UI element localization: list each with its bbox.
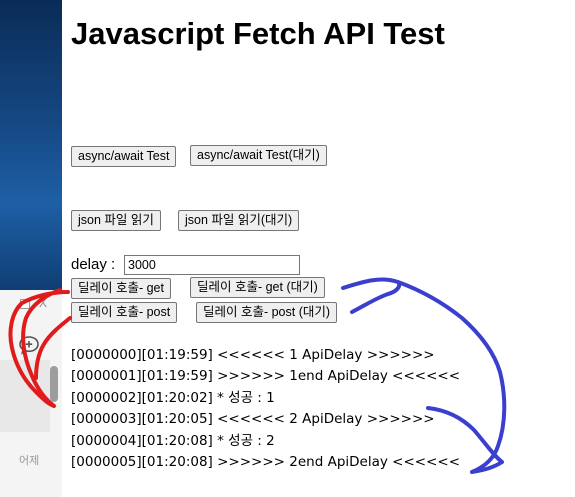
background-sidebar: X 어제 bbox=[0, 0, 62, 497]
log-line: [0000004][01:20:08] * 성공 : 2 bbox=[71, 432, 275, 449]
sidebar-item-highlight bbox=[0, 360, 50, 432]
async-await-test-wait-button[interactable]: async/await Test(대기) bbox=[190, 145, 327, 166]
delay-post-wait-button[interactable]: 딜레이 호출- post (대기) bbox=[196, 302, 338, 323]
sidebar-date-label: 어제 bbox=[19, 455, 40, 467]
delay-label: delay : bbox=[71, 256, 116, 273]
log-line: [0000000][01:19:59] <<<<<< 1 ApiDelay >>… bbox=[71, 347, 435, 363]
delay-get-wait-button[interactable]: 딜레이 호출- get (대기) bbox=[190, 277, 325, 298]
delay-input[interactable] bbox=[124, 255, 300, 275]
sidebar-checkbox[interactable] bbox=[20, 299, 30, 309]
delay-post-button[interactable]: 딜레이 호출- post bbox=[71, 302, 178, 323]
sidebar-scrollbar[interactable] bbox=[50, 366, 58, 402]
log-line: [0000001][01:19:59] >>>>>> 1end ApiDelay… bbox=[71, 368, 461, 385]
log-line: [0000002][01:20:02] * 성공 : 1 bbox=[71, 389, 275, 406]
json-read-wait-button[interactable]: json 파일 읽기(대기) bbox=[178, 210, 300, 231]
chat-add-icon[interactable] bbox=[18, 334, 40, 356]
log-line: [0000005][01:20:08] >>>>>> 2end ApiDelay… bbox=[71, 453, 461, 470]
delay-get-button[interactable]: 딜레이 호출- get bbox=[71, 278, 171, 299]
desktop-background bbox=[0, 0, 62, 290]
log-output: [0000000][01:19:59] <<<<<< 1 ApiDelay >>… bbox=[71, 345, 460, 473]
json-read-button[interactable]: json 파일 읽기 bbox=[71, 210, 161, 231]
log-line: [0000003][01:20:05] <<<<<< 2 ApiDelay >>… bbox=[71, 411, 435, 428]
close-icon[interactable]: X bbox=[39, 296, 47, 310]
page-title: Javascript Fetch API Test bbox=[71, 16, 445, 51]
async-await-test-button[interactable]: async/await Test bbox=[71, 146, 177, 167]
